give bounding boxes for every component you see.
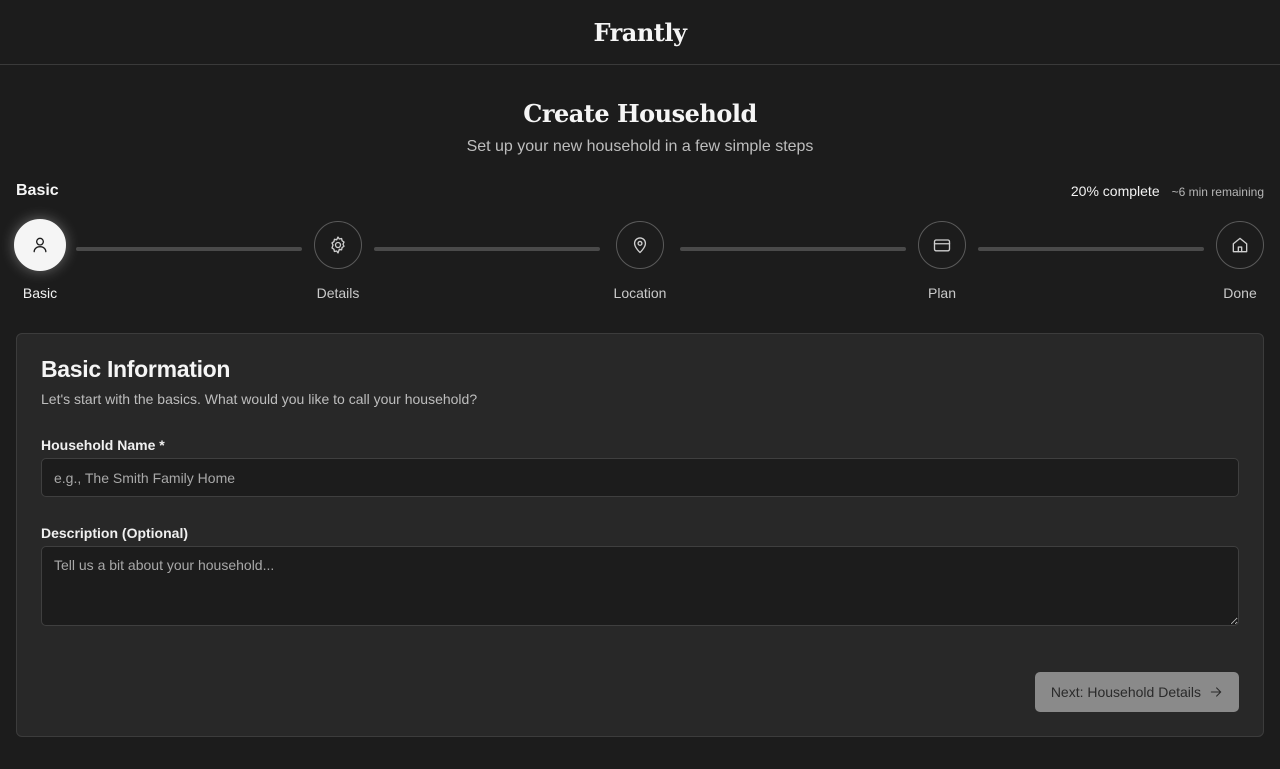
step-label: Done <box>1223 285 1257 301</box>
household-name-label: Household Name * <box>41 437 165 453</box>
household-name-input[interactable] <box>41 458 1239 497</box>
step-circle <box>314 221 362 269</box>
step-label: Details <box>316 285 360 301</box>
progress-header: Basic 20% complete ~6 min remaining <box>16 182 1264 200</box>
next-button[interactable]: Next: Household Details <box>1034 672 1239 712</box>
page-subtitle: Set up your new household in a few simpl… <box>466 138 814 155</box>
home-icon <box>1232 237 1248 253</box>
card-subtitle: Let's start with the basics. What would … <box>41 391 478 407</box>
card-title: Basic Information <box>41 356 231 382</box>
description-label: Description (Optional) <box>41 525 188 541</box>
step-label: Location <box>613 285 667 301</box>
step-connector <box>374 247 600 251</box>
description-textarea[interactable] <box>41 546 1239 626</box>
basic-info-card: Basic Information Let's start with the b… <box>16 333 1264 737</box>
step-connector <box>680 247 906 251</box>
step-details[interactable]: Details <box>278 219 398 301</box>
stepper: Basic Details Location Plan Done <box>0 219 1280 309</box>
step-done[interactable]: Done <box>1180 219 1280 301</box>
current-step-label: Basic <box>16 182 59 199</box>
page-heading: Create Household Set up your new househo… <box>0 99 1280 156</box>
progress-percent: 20% complete <box>1070 183 1160 199</box>
step-label: Plan <box>927 285 957 301</box>
step-basic[interactable]: Basic <box>0 219 100 301</box>
step-location[interactable]: Location <box>580 219 700 301</box>
next-button-label: Next: Household Details <box>1050 684 1201 700</box>
step-circle <box>1216 221 1264 269</box>
step-connector <box>76 247 302 251</box>
user-icon <box>33 237 47 253</box>
time-remaining: ~6 min remaining <box>1171 185 1264 199</box>
arrow-right-icon <box>1210 687 1222 697</box>
page-title: Create Household <box>523 99 757 128</box>
step-label: Basic <box>22 285 58 301</box>
brand-logo[interactable]: Frantly <box>594 18 687 47</box>
credit-card-icon <box>933 239 951 252</box>
step-circle <box>616 221 664 269</box>
step-circle <box>14 219 66 271</box>
top-bar: Frantly <box>0 0 1280 65</box>
step-plan[interactable]: Plan <box>882 219 1002 301</box>
step-connector <box>978 247 1204 251</box>
map-pin-icon <box>633 237 647 254</box>
gear-icon <box>331 236 345 254</box>
step-circle <box>918 221 966 269</box>
